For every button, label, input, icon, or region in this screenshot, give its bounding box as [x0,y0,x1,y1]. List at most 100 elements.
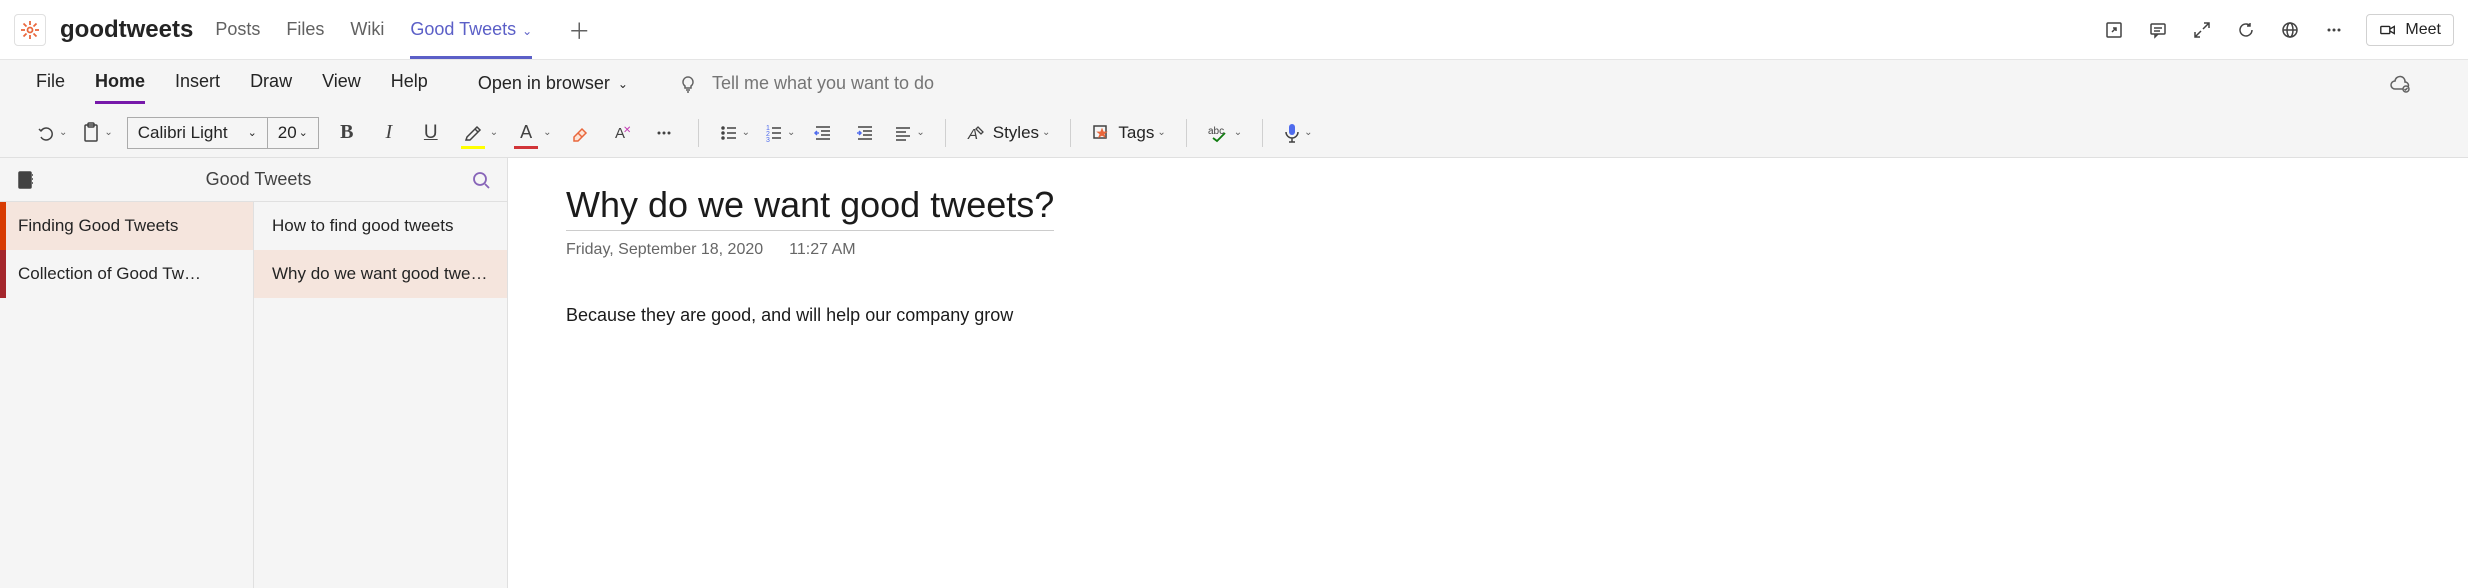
indent-icon [855,123,875,143]
chat-icon[interactable] [2146,18,2170,42]
page-meta: Friday, September 18, 2020 11:27 AM [566,241,2410,259]
highlight-button[interactable]: ⌄ [459,117,498,149]
notebook-icon[interactable] [16,170,34,190]
tell-me-search[interactable] [678,73,1012,94]
chevron-down-icon: ⌄ [742,127,750,138]
styles-icon: A [966,123,986,143]
sections-column: Finding Good Tweets Collection of Good T… [0,202,254,588]
page-date: Friday, September 18, 2020 [566,241,763,259]
lightbulb-icon [678,74,698,94]
meet-button[interactable]: Meet [2366,14,2454,46]
ribbon-tab-draw[interactable]: Draw [250,71,292,96]
formatting-toolbar: ⌄ ⌄ Calibri Light ⌄ 20 ⌄ B I U ⌄ A ⌄ A✕ [0,108,2468,158]
tags-label: Tags [1118,123,1154,143]
top-actions: Meet [2102,14,2454,46]
font-selector: Calibri Light ⌄ 20 ⌄ [127,117,319,149]
popout-icon[interactable] [2102,18,2126,42]
chevron-down-icon: ⌄ [490,127,498,138]
tab-posts[interactable]: Posts [215,1,260,58]
chevron-down-icon: ⌄ [1042,127,1050,138]
chevron-down-icon: ⌄ [1304,127,1312,138]
font-size-select[interactable]: 20 ⌄ [268,118,318,148]
format-painter-button[interactable]: A✕ [608,117,636,149]
underline-button[interactable]: U [417,117,445,149]
chevron-down-icon: ⌄ [618,77,628,91]
numbered-list-icon: 123 [764,123,784,143]
chevron-down-icon: ⌄ [787,127,795,138]
text-clear-icon: A✕ [612,123,632,143]
more-formatting-button[interactable] [650,117,678,149]
section-label: Finding Good Tweets [18,216,178,236]
ribbon-tab-help[interactable]: Help [391,71,428,96]
chevron-down-icon: ⌄ [522,24,532,38]
top-tabs: Posts Files Wiki Good Tweets⌄ ＋ [215,1,590,58]
page-title[interactable]: Why do we want good tweets? [566,184,1054,231]
ribbon-tab-insert[interactable]: Insert [175,71,220,96]
ribbon-tab-file[interactable]: File [36,71,65,96]
sidebar-columns: Finding Good Tweets Collection of Good T… [0,202,507,588]
tag-icon [1091,123,1111,143]
search-button[interactable] [471,170,491,190]
ribbon-tab-view[interactable]: View [322,71,361,96]
outdent-icon [813,123,833,143]
tab-wiki[interactable]: Wiki [350,1,384,58]
svg-text:✕: ✕ [623,125,631,136]
notebook-title: Good Tweets [46,169,471,190]
expand-icon[interactable] [2190,18,2214,42]
team-name: goodtweets [60,16,193,44]
align-icon [893,123,913,143]
font-name-select[interactable]: Calibri Light ⌄ [128,118,268,148]
italic-button[interactable]: I [375,117,403,149]
bullet-list-button[interactable]: ⌄ [719,123,750,143]
page-item[interactable]: How to find good tweets [254,202,507,250]
add-tab-button[interactable]: ＋ [568,14,590,46]
tab-good-tweets[interactable]: Good Tweets⌄ [410,1,532,58]
chevron-down-icon: ⌄ [1234,127,1242,138]
undo-button[interactable]: ⌄ [36,123,67,143]
spellcheck-icon: abc [1207,123,1231,143]
align-button[interactable]: ⌄ [893,123,924,143]
chevron-down-icon: ⌄ [248,126,257,139]
section-item[interactable]: Finding Good Tweets [0,202,253,250]
ribbon-tab-home[interactable]: Home [95,71,145,96]
tell-me-input[interactable] [712,73,1012,94]
chevron-down-icon: ⌄ [104,127,112,138]
globe-icon[interactable] [2278,18,2302,42]
video-icon [2379,21,2397,39]
chevron-down-icon: ⌄ [1157,127,1165,138]
dictate-button[interactable]: ⌄ [1283,122,1312,144]
bold-button[interactable]: B [333,117,361,149]
chevron-down-icon: ⌄ [299,126,308,139]
page-label: How to find good tweets [272,216,453,236]
numbered-list-button[interactable]: 123 ⌄ [764,123,795,143]
section-color-indicator [0,202,6,250]
font-color-button[interactable]: A ⌄ [512,117,551,149]
page-body[interactable]: Because they are good, and will help our… [566,305,2410,326]
font-name-value: Calibri Light [138,123,228,143]
open-in-browser-label: Open in browser [478,73,610,94]
outdent-button[interactable] [809,117,837,149]
refresh-icon[interactable] [2234,18,2258,42]
clipboard-icon [81,122,101,144]
indent-button[interactable] [851,117,879,149]
page-time: 11:27 AM [789,241,855,259]
more-icon[interactable] [2322,18,2346,42]
open-in-browser-button[interactable]: Open in browser ⌄ [478,73,628,94]
cloud-sync-icon[interactable] [2388,72,2412,96]
page-canvas[interactable]: Why do we want good tweets? Friday, Sept… [508,158,2468,588]
teams-top-bar: goodtweets Posts Files Wiki Good Tweets⌄… [0,0,2468,60]
tab-files[interactable]: Files [286,1,324,58]
styles-button[interactable]: A Styles ⌄ [966,123,1051,143]
microphone-icon [1283,122,1301,144]
content-area: Good Tweets Finding Good Tweets Collecti… [0,158,2468,588]
page-item[interactable]: Why do we want good twe… [254,250,507,298]
pages-column: How to find good tweets Why do we want g… [254,202,507,588]
meet-label: Meet [2405,21,2441,39]
eraser-icon [569,122,591,144]
section-item[interactable]: Collection of Good Tw… [0,250,253,298]
tags-button[interactable]: Tags ⌄ [1091,123,1165,143]
clear-formatting-button[interactable] [566,117,594,149]
paste-button[interactable]: ⌄ [81,122,112,144]
spellcheck-button[interactable]: abc ⌄ [1207,123,1242,143]
chevron-down-icon: ⌄ [916,127,924,138]
